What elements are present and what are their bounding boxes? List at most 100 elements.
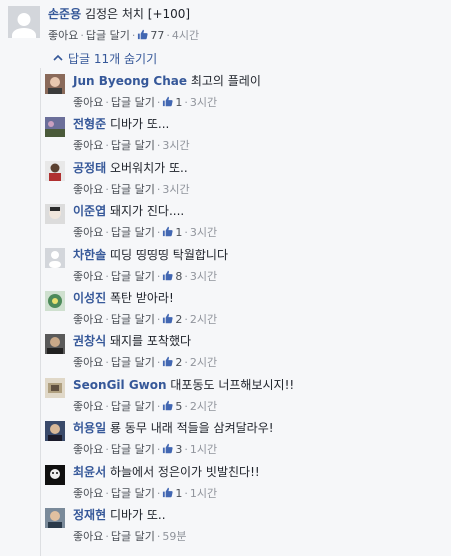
thumbs-up-icon — [163, 270, 173, 280]
avatar[interactable] — [45, 334, 65, 355]
timestamp[interactable]: 3시간 — [190, 270, 217, 283]
avatar[interactable] — [45, 421, 65, 442]
reply-link[interactable]: 답글 달기 — [111, 96, 155, 109]
reply-content: 차한솔 띠딩 띵띵띵 탁월합니다 — [73, 246, 228, 263]
like-link[interactable]: 좋아요 — [73, 96, 103, 109]
comment-text: 김정은 처치 [+100] — [84, 7, 191, 21]
like-link[interactable]: 좋아요 — [48, 29, 78, 42]
timestamp[interactable]: 1시간 — [190, 487, 217, 500]
avatar[interactable] — [45, 464, 65, 485]
avatar-image — [45, 334, 65, 355]
reply-author[interactable]: 이성진 — [73, 291, 106, 305]
avatar[interactable] — [45, 204, 65, 225]
avatar-image — [45, 117, 65, 138]
like-link[interactable]: 좋아요 — [73, 530, 103, 543]
like-link[interactable]: 좋아요 — [73, 270, 103, 283]
like-count[interactable]: 8 — [175, 270, 182, 283]
like-link[interactable]: 좋아요 — [73, 443, 103, 456]
avatar[interactable] — [45, 247, 65, 268]
like-count[interactable]: 2 — [175, 313, 182, 326]
reply-content: 이성진 폭탄 받아라! — [73, 289, 174, 306]
reply-item: 이성진 폭탄 받아라! 좋아요 · 답글 달기 · 2 · 2시간 — [45, 287, 451, 330]
avatar[interactable] — [45, 160, 65, 181]
reply-text: 하늘에서 정은이가 빗발친다!! — [109, 464, 260, 479]
timestamp[interactable]: 3시간 — [190, 226, 217, 239]
reply-author[interactable]: 전형준 — [73, 117, 106, 131]
avatar[interactable] — [8, 6, 40, 38]
hide-replies-link[interactable]: 답글 11개 숨기기 — [53, 50, 157, 67]
timestamp[interactable]: 2시간 — [190, 356, 217, 369]
reply-link[interactable]: 답글 달기 — [111, 356, 155, 369]
reply-link[interactable]: 답글 달기 — [86, 29, 130, 42]
avatar[interactable] — [45, 508, 65, 528]
reply-link[interactable]: 답글 달기 — [111, 270, 155, 283]
reply-actions: 좋아요 · 답글 달기 · 59분 — [73, 530, 187, 543]
reply-item: 이준엽 돼지가 진다.... 좋아요 · 답글 달기 · 1 · 3시간 — [45, 200, 451, 243]
reply-author[interactable]: Jun Byeong Chae — [73, 74, 187, 88]
like-count[interactable]: 3 — [175, 443, 182, 456]
like-count[interactable]: 2 — [175, 356, 182, 369]
reply-link[interactable]: 답글 달기 — [111, 139, 155, 152]
avatar[interactable] — [45, 117, 65, 138]
chevron-up-icon — [53, 54, 63, 61]
timestamp[interactable]: 4시간 — [172, 29, 199, 42]
like-link[interactable]: 좋아요 — [73, 356, 103, 369]
like-count[interactable]: 1 — [175, 226, 182, 239]
reply-author[interactable]: 권창식 — [73, 334, 106, 348]
like-link[interactable]: 좋아요 — [73, 313, 103, 326]
timestamp[interactable]: 59분 — [162, 530, 186, 543]
thumbs-up-icon — [163, 96, 173, 107]
thumbs-up-icon — [163, 487, 173, 497]
reply-author[interactable]: 최윤서 — [73, 465, 106, 479]
reply-text: 띠딩 띵띵띵 탁월합니다 — [109, 247, 228, 262]
like-count[interactable]: 1 — [175, 96, 182, 109]
avatar-image — [45, 74, 65, 94]
reply-link[interactable]: 답글 달기 — [111, 226, 155, 239]
timestamp[interactable]: 2시간 — [190, 313, 217, 326]
like-link[interactable]: 좋아요 — [73, 183, 103, 196]
reply-author[interactable]: 차한솔 — [73, 248, 106, 262]
timestamp[interactable]: 2시간 — [190, 400, 217, 413]
reply-author[interactable]: SeonGil Gwon — [73, 378, 167, 392]
avatar-image — [45, 377, 65, 398]
like-link[interactable]: 좋아요 — [73, 226, 103, 239]
reply-actions: 좋아요 · 답글 달기 · 3시간 — [73, 139, 190, 153]
reply-author[interactable]: 정재현 — [73, 508, 106, 522]
like-link[interactable]: 좋아요 — [73, 400, 103, 413]
reply-text: 대포동도 너프해보시지!! — [170, 377, 295, 392]
comment-actions: 좋아요 · 답글 달기 · 77 · 4시간 — [48, 29, 200, 42]
timestamp[interactable]: 3시간 — [190, 96, 217, 109]
avatar[interactable] — [45, 377, 65, 398]
like-count[interactable]: 1 — [175, 487, 182, 500]
reply-actions: 좋아요 · 답글 달기 · 5 · 2시간 — [73, 399, 218, 413]
reply-item: 허용일 룡 동무 내래 적들을 삼켜달라우! 좋아요 · 답글 달기 · 3 · 1시간 — [45, 417, 451, 460]
timestamp[interactable]: 3시간 — [162, 139, 189, 152]
reply-link[interactable]: 답글 달기 — [111, 400, 155, 413]
reply-author[interactable]: 이준엽 — [73, 204, 106, 218]
hide-replies-label: 답글 11개 숨기기 — [68, 52, 158, 66]
timestamp[interactable]: 1시간 — [190, 443, 217, 456]
reply-content: 최윤서 하늘에서 정은이가 빗발친다!! — [73, 463, 260, 480]
comment-author[interactable]: 손준용 — [48, 7, 81, 21]
reply-link[interactable]: 답글 달기 — [111, 487, 155, 500]
avatar[interactable] — [45, 74, 65, 94]
timestamp[interactable]: 3시간 — [162, 183, 189, 196]
thumbs-up-icon — [163, 226, 173, 237]
reply-link[interactable]: 답글 달기 — [111, 313, 155, 326]
reply-author[interactable]: 허용일 — [73, 421, 106, 435]
like-count[interactable]: 77 — [150, 29, 164, 42]
reply-content: Jun Byeong Chae 최고의 플레이 — [73, 72, 261, 89]
avatar[interactable] — [45, 291, 65, 311]
reply-link[interactable]: 답글 달기 — [111, 183, 155, 196]
reply-item: 차한솔 띠딩 띵띵띵 탁월합니다 좋아요 · 답글 달기 · 8 · 3시간 — [45, 244, 451, 287]
thumbs-up-icon — [163, 313, 173, 324]
reply-link[interactable]: 답글 달기 — [111, 443, 155, 456]
reply-author[interactable]: 공정태 — [73, 161, 106, 175]
like-link[interactable]: 좋아요 — [73, 487, 103, 500]
like-link[interactable]: 좋아요 — [73, 139, 103, 152]
reply-link[interactable]: 답글 달기 — [111, 530, 155, 543]
top-comment: 손준용 김정은 처치 [+100] 좋아요 · 답글 달기 · 77 · 4시간 — [0, 0, 451, 48]
avatar-image — [45, 247, 65, 268]
like-count[interactable]: 5 — [175, 400, 182, 413]
reply-text: 돼지를 포착했다 — [109, 334, 192, 349]
